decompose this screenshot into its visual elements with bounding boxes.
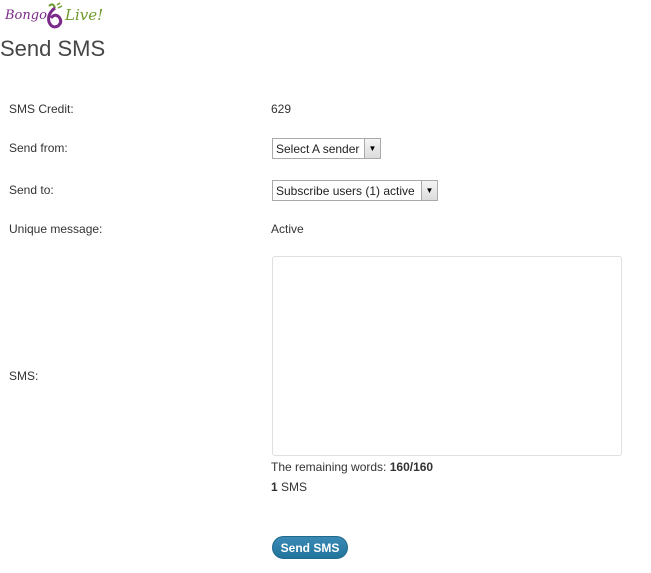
sms-count: 1 SMS	[271, 480, 307, 494]
send-to-label: Send to:	[9, 183, 54, 197]
remaining-words-label: The remaining words:	[271, 460, 390, 474]
remaining-words: The remaining words: 160/160	[271, 460, 433, 474]
bongo-live-logo: Bongo Live!	[3, 2, 103, 32]
chevron-down-icon: ▼	[364, 139, 380, 158]
sms-message-textarea[interactable]	[272, 256, 622, 456]
sms-count-number: 1	[271, 480, 278, 494]
sms-label: SMS:	[9, 369, 39, 383]
send-sms-button[interactable]: Send SMS	[272, 536, 348, 559]
unique-message-value: Active	[271, 222, 304, 236]
send-to-select[interactable]: Subscribe users (1) active ▼	[272, 180, 438, 201]
unique-message-label: Unique message:	[9, 222, 103, 236]
send-sms-page: Bongo Live! Send SMS SMS Credit: 629 Sen…	[0, 0, 651, 573]
send-from-label: Send from:	[9, 141, 68, 155]
logo-word-bongo: Bongo	[5, 8, 47, 23]
page-title: Send SMS	[0, 36, 106, 61]
chevron-down-icon: ▼	[421, 181, 437, 200]
send-from-select[interactable]: Select A sender ▼	[272, 138, 381, 159]
sms-credit-label: SMS Credit:	[9, 102, 74, 116]
remaining-words-count: 160/160	[389, 460, 434, 474]
sms-credit-value: 629	[271, 102, 292, 116]
sms-count-suffix: SMS	[277, 480, 308, 494]
logo-mark-icon	[47, 2, 63, 29]
send-to-selected: Subscribe users (1) active	[276, 183, 415, 198]
logo-word-live: Live!	[65, 6, 104, 24]
send-from-selected: Select A sender	[276, 141, 360, 156]
